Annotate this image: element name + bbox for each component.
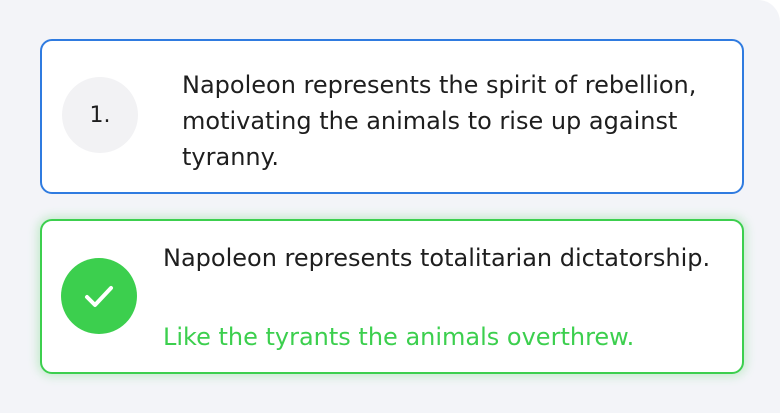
answer-option-1[interactable]: 1. Napoleon represents the spirit of reb… <box>40 39 744 194</box>
quiz-panel: 1. Napoleon represents the spirit of reb… <box>0 0 780 413</box>
option-number: 1. <box>89 102 111 128</box>
correct-badge <box>61 258 137 334</box>
option-text: Napoleon represents the spirit of rebell… <box>182 71 697 171</box>
option-number-badge: 1. <box>62 77 138 153</box>
option-text: Napoleon represents totalitarian dictato… <box>163 244 711 272</box>
checkmark-icon <box>85 286 113 307</box>
feedback-text: Like the tyrants the animals overthrew. <box>163 323 635 351</box>
answer-option-2[interactable]: Napoleon represents totalitarian dictato… <box>40 219 744 374</box>
